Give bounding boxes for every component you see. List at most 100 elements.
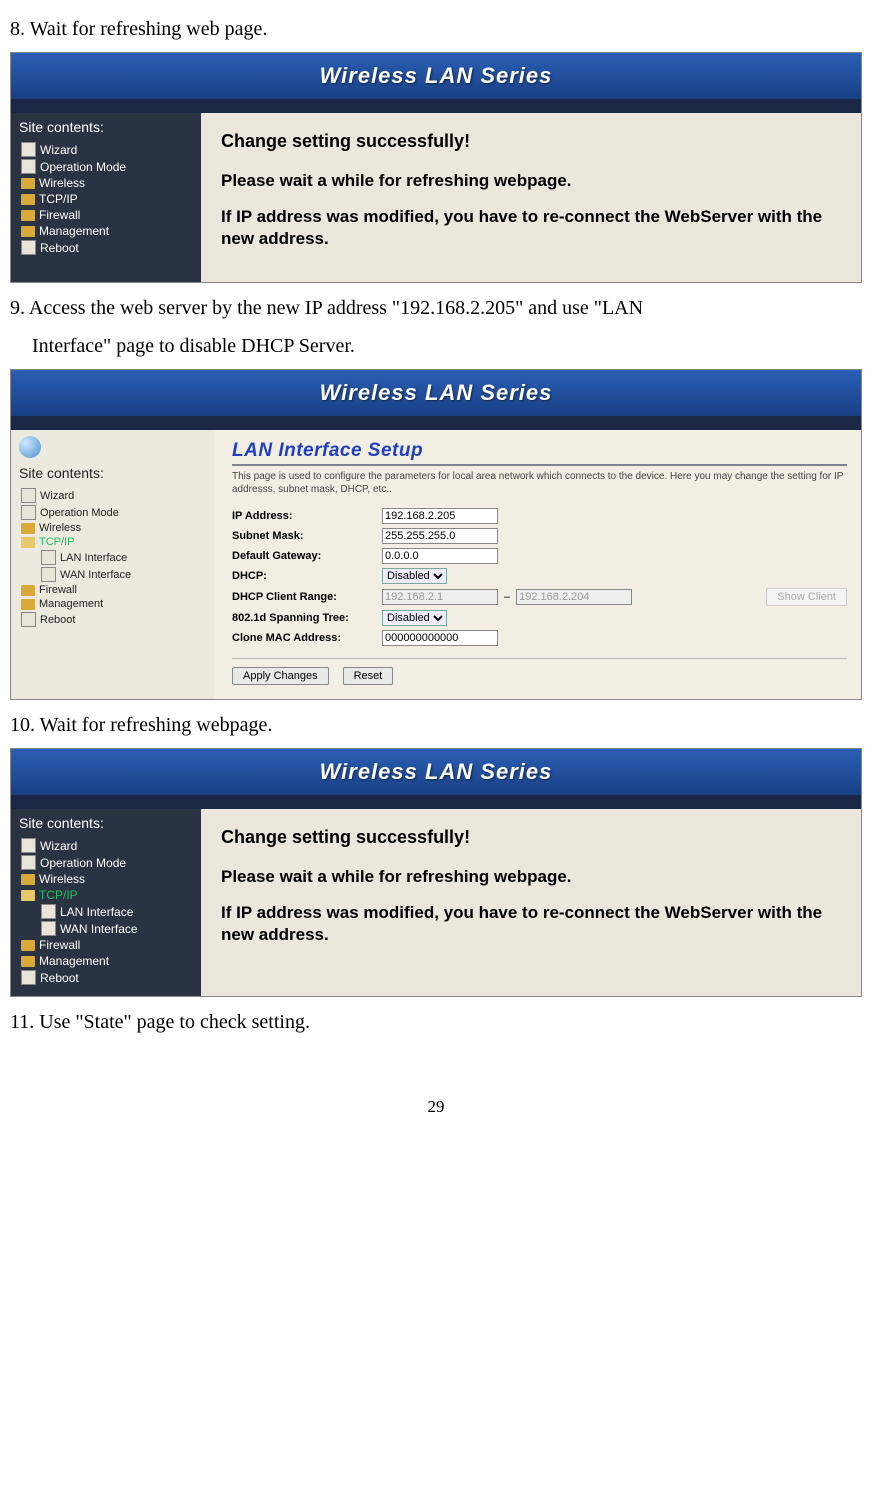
sidebar-item-firewall[interactable]: Firewall: [15, 583, 210, 597]
folder-icon: [21, 956, 35, 967]
row-clone: Clone MAC Address:: [232, 628, 847, 648]
button-row: Apply Changes Reset: [232, 658, 847, 685]
header-divider: [11, 795, 861, 809]
select-dhcp[interactable]: Disabled: [382, 568, 447, 584]
page-icon: [21, 240, 36, 255]
sidebar-item-lan[interactable]: LAN Interface: [15, 549, 210, 566]
input-ip[interactable]: [382, 508, 498, 524]
input-mask[interactable]: [382, 528, 498, 544]
row-range: DHCP Client Range: – Show Client: [232, 586, 847, 608]
label-span: 802.1d Spanning Tree:: [232, 612, 382, 624]
sidebar-item-wireless[interactable]: Wireless: [15, 175, 197, 191]
screenshot-3: Wireless LAN Series Site contents: Wizar…: [10, 748, 862, 997]
range-dash: –: [504, 591, 510, 603]
sidebar-item-management[interactable]: Management: [15, 223, 197, 239]
content-area-lan: LAN Interface Setup This page is used to…: [214, 430, 861, 699]
row-mask: Subnet Mask:: [232, 526, 847, 546]
apply-button[interactable]: Apply Changes: [232, 667, 329, 685]
sidebar-item-wizard[interactable]: Wizard: [15, 837, 197, 854]
sidebar-item-tcpip[interactable]: TCP/IP: [15, 887, 197, 903]
row-ip: IP Address:: [232, 506, 847, 526]
page-icon: [21, 855, 36, 870]
sidebar-title: Site contents:: [19, 815, 197, 831]
folder-icon: [21, 585, 35, 596]
page-icon: [21, 142, 36, 157]
success-ipnote: If IP address was modified, you have to …: [221, 902, 841, 946]
folder-icon: [21, 194, 35, 205]
step-8-text: 8. Wait for refreshing web page.: [10, 14, 862, 44]
sidebar-title: Site contents:: [19, 465, 210, 481]
sidebar-item-lan[interactable]: LAN Interface: [15, 903, 197, 920]
step-9-text-a: 9. Access the web server by the new IP a…: [10, 293, 862, 323]
page-icon: [41, 550, 56, 565]
sidebar-item-management[interactable]: Management: [15, 597, 210, 611]
input-range-start: [382, 589, 498, 605]
select-span[interactable]: Disabled: [382, 610, 447, 626]
sidebar-item-wan[interactable]: WAN Interface: [15, 920, 197, 937]
content-area-success: Change setting successfully! Please wait…: [201, 113, 861, 282]
step-9-text-b: Interface" page to disable DHCP Server.: [10, 331, 862, 361]
step-10-text: 10. Wait for refreshing webpage.: [10, 710, 862, 740]
folder-icon: [21, 226, 35, 237]
sidebar-item-reboot[interactable]: Reboot: [15, 611, 210, 628]
sidebar-item-wizard[interactable]: Wizard: [15, 487, 210, 504]
sidebar-item-wireless[interactable]: Wireless: [15, 521, 210, 535]
globe-icon: [19, 436, 41, 458]
input-clone[interactable]: [382, 630, 498, 646]
sidebar-item-opmode[interactable]: Operation Mode: [15, 158, 197, 175]
lan-setup-desc: This page is used to configure the param…: [232, 470, 847, 496]
page-icon: [41, 904, 56, 919]
folder-open-icon: [21, 890, 35, 901]
folder-icon: [21, 599, 35, 610]
page-number: 29: [10, 1097, 862, 1117]
sidebar-item-wizard[interactable]: Wizard: [15, 141, 197, 158]
sidebar-item-reboot[interactable]: Reboot: [15, 239, 197, 256]
label-dhcp: DHCP:: [232, 570, 382, 582]
sidebar-item-wan[interactable]: WAN Interface: [15, 566, 210, 583]
lan-setup-title: LAN Interface Setup: [232, 440, 847, 466]
screenshot-1: Wireless LAN Series Site contents: Wizar…: [10, 52, 862, 283]
step-11-text: 11. Use "State" page to check setting.: [10, 1007, 862, 1037]
input-gw[interactable]: [382, 548, 498, 564]
header-divider: [11, 416, 861, 430]
sidebar-item-opmode[interactable]: Operation Mode: [15, 854, 197, 871]
brand-header: Wireless LAN Series: [11, 53, 861, 99]
success-ipnote: If IP address was modified, you have to …: [221, 206, 841, 250]
folder-icon: [21, 940, 35, 951]
label-range: DHCP Client Range:: [232, 591, 382, 603]
sidebar: Site contents: Wizard Operation Mode Wir…: [11, 113, 201, 282]
sidebar-item-management[interactable]: Management: [15, 953, 197, 969]
header-divider: [11, 99, 861, 113]
sidebar-item-firewall[interactable]: Firewall: [15, 207, 197, 223]
row-gw: Default Gateway:: [232, 546, 847, 566]
success-title: Change setting successfully!: [221, 827, 841, 848]
sidebar-title: Site contents:: [19, 119, 197, 135]
page-icon: [41, 921, 56, 936]
sidebar-item-tcpip[interactable]: TCP/IP: [15, 535, 210, 549]
label-ip: IP Address:: [232, 510, 382, 522]
success-wait: Please wait a while for refreshing webpa…: [221, 866, 841, 888]
label-clone: Clone MAC Address:: [232, 632, 382, 644]
row-dhcp: DHCP: Disabled: [232, 566, 847, 586]
page-icon: [41, 567, 56, 582]
page-icon: [21, 838, 36, 853]
page-icon: [21, 488, 36, 503]
sidebar-item-wireless[interactable]: Wireless: [15, 871, 197, 887]
folder-open-icon: [21, 537, 35, 548]
sidebar-item-opmode[interactable]: Operation Mode: [15, 504, 210, 521]
success-wait: Please wait a while for refreshing webpa…: [221, 170, 841, 192]
folder-icon: [21, 874, 35, 885]
sidebar-item-tcpip[interactable]: TCP/IP: [15, 191, 197, 207]
sidebar-item-reboot[interactable]: Reboot: [15, 969, 197, 986]
page-icon: [21, 505, 36, 520]
input-range-end: [516, 589, 632, 605]
folder-icon: [21, 178, 35, 189]
show-client-button: Show Client: [766, 588, 847, 606]
sidebar: Site contents: Wizard Operation Mode Wir…: [11, 809, 201, 996]
folder-icon: [21, 523, 35, 534]
page-icon: [21, 159, 36, 174]
sidebar-item-firewall[interactable]: Firewall: [15, 937, 197, 953]
reset-button[interactable]: Reset: [343, 667, 394, 685]
page-icon: [21, 612, 36, 627]
success-title: Change setting successfully!: [221, 131, 841, 152]
